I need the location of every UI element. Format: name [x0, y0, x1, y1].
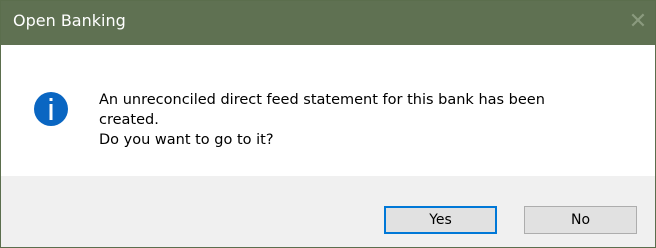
- message-line: Do you want to go to it?: [99, 132, 274, 148]
- yes-button[interactable]: Yes: [384, 206, 497, 234]
- no-button[interactable]: No: [524, 206, 637, 234]
- button-bar: Yes No: [1, 176, 655, 247]
- message-line: created.: [99, 112, 159, 128]
- dialog-content: An unreconciled direct feed statement fo…: [1, 45, 655, 176]
- close-icon[interactable]: ✕: [625, 9, 651, 35]
- dialog-window: Open Banking ✕ An unreconciled direct fe…: [0, 0, 656, 248]
- dialog-message: An unreconciled direct feed statement fo…: [99, 90, 639, 150]
- message-line: An unreconciled direct feed statement fo…: [99, 92, 545, 108]
- info-icon: [34, 92, 68, 126]
- title-bar[interactable]: Open Banking ✕: [1, 1, 655, 45]
- window-title: Open Banking: [13, 11, 126, 30]
